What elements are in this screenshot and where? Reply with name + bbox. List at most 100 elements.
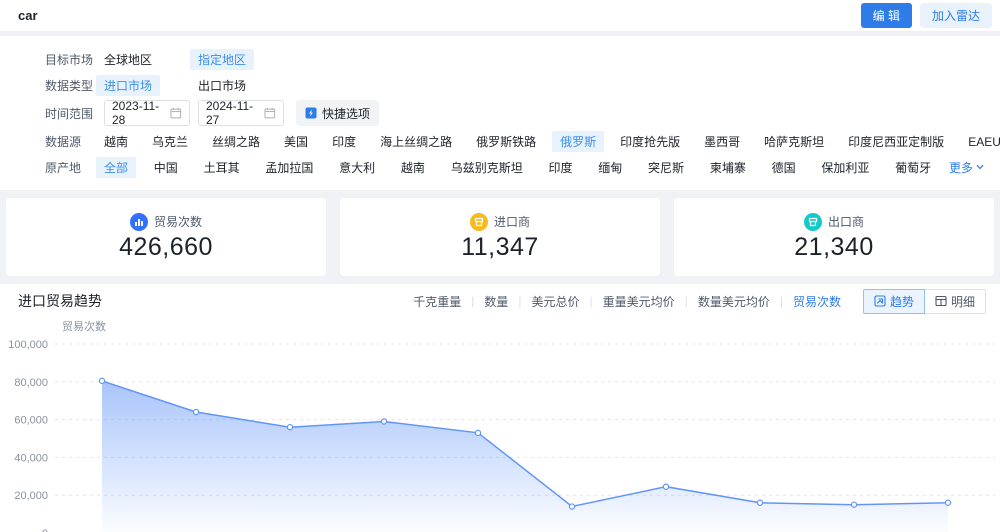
trend-area-chart: 贸易次数020,00040,00060,00080,000100,0002023… [0, 318, 1000, 532]
filter-option[interactable]: 柬埔寨 [702, 157, 754, 178]
stat-value: 11,347 [461, 232, 539, 261]
importer-icon [469, 212, 488, 231]
filter-row-target-market: 目标市场 全球地区 指定地区 [0, 46, 984, 72]
detail-view-label: 明细 [950, 294, 975, 309]
more-label: 更多 [948, 160, 973, 175]
filter-option[interactable]: 乌克兰 [144, 131, 196, 152]
edit-button[interactable]: 编 辑 [860, 3, 912, 28]
filter-option[interactable]: 德国 [764, 157, 804, 178]
filter-option[interactable]: 出口市场 [190, 75, 254, 96]
trend-chart-panel: 进口贸易趋势 千克重量 | 数量 | 美元总价 | 重量美元均价 | 数量美元均价 | 贸易次数 趋… [0, 284, 1000, 532]
detail-view-button[interactable]: 明细 [923, 288, 986, 314]
filter-option[interactable]: 印度抢先版 [612, 131, 688, 152]
filter-option[interactable]: 全部 [96, 156, 137, 178]
trend-icon [874, 295, 886, 307]
start-date-value: 2023-11-28 [112, 99, 160, 127]
add-to-radar-button[interactable]: 加入雷达 [919, 3, 992, 28]
data-point[interactable] [662, 483, 670, 490]
stat-card-exporters: 出口商 21,340 [674, 198, 994, 276]
filter-option[interactable]: 墨西哥 [696, 131, 748, 152]
target-market-label: 目标市场 [45, 52, 94, 67]
y-axis-label: 贸易次数 [62, 319, 106, 333]
data-point[interactable] [98, 377, 106, 385]
metric-option[interactable]: 数量美元均价 [698, 293, 770, 310]
chart-title: 进口贸易趋势 [18, 293, 102, 309]
y-tick-label: 20,000 [14, 490, 48, 502]
data-point[interactable] [850, 501, 858, 508]
stat-card-trade-count: 贸易次数 426,660 [6, 198, 326, 276]
filter-option[interactable]: 意大利 [331, 157, 383, 178]
data-point[interactable] [756, 499, 764, 506]
data-type-label: 数据类型 [45, 78, 94, 93]
data-point[interactable] [380, 418, 388, 425]
stat-value: 21,340 [794, 232, 874, 261]
metric-divider: | [518, 294, 522, 308]
data-source-label: 数据源 [45, 134, 82, 149]
filter-option[interactable]: 印度 [324, 131, 364, 152]
data-point[interactable] [192, 408, 200, 416]
filter-option[interactable]: 海上丝绸之路 [372, 131, 460, 152]
filter-option[interactable]: 缅甸 [590, 157, 630, 178]
exporter-icon [803, 212, 822, 231]
data-point[interactable] [286, 423, 294, 431]
filter-option[interactable]: 越南 [393, 157, 433, 178]
metric-option[interactable]: 数量 [484, 293, 508, 310]
data-point[interactable] [944, 499, 952, 506]
target-market-options: 全球地区 指定地区 [96, 48, 255, 70]
filter-option[interactable]: 俄罗斯铁路 [468, 131, 544, 152]
calendar-icon [264, 107, 276, 119]
origin-label: 原产地 [45, 160, 82, 175]
more-link[interactable]: 更多 [949, 159, 984, 176]
end-date-input[interactable]: 2024-11-27 [198, 99, 284, 127]
y-tick-label: 60,000 [14, 415, 48, 427]
quick-options-button[interactable]: 快捷选项 [296, 100, 380, 126]
trend-view-button[interactable]: 趋势 [862, 288, 925, 314]
metric-divider: | [684, 294, 688, 308]
start-date-input[interactable]: 2023-11-28 [104, 99, 190, 127]
filter-option[interactable]: 乌兹别克斯坦 [443, 157, 531, 178]
quick-options-icon [305, 107, 317, 119]
filter-option[interactable]: 葡萄牙 [887, 157, 939, 178]
data-point[interactable] [568, 503, 576, 510]
stat-label: 进口商 [493, 215, 530, 229]
trend-chart-svg: 贸易次数020,00040,00060,00080,000100,0002023… [8, 319, 995, 532]
filter-option[interactable]: 保加利亚 [813, 157, 877, 178]
filter-option[interactable]: 丝绸之路 [204, 131, 268, 152]
metric-divider: | [589, 294, 593, 308]
filter-option[interactable]: 土耳其 [196, 157, 248, 178]
calendar-icon [170, 107, 182, 119]
trend-view-label: 趋势 [889, 294, 914, 309]
y-tick-label: 80,000 [14, 377, 48, 389]
metric-option[interactable]: 贸易次数 [793, 293, 841, 310]
stat-card-importers: 进口商 11,347 [340, 198, 660, 276]
metric-option[interactable]: 美元总价 [532, 293, 580, 310]
filter-option[interactable]: 哈萨克斯坦 [756, 131, 832, 152]
filter-option[interactable]: 全球地区 [96, 49, 160, 70]
filter-option[interactable]: 印度尼西亚定制版 [840, 131, 952, 152]
metric-option[interactable]: 重量美元均价 [603, 293, 675, 310]
filter-row-time-range: 时间范围 2023-11-28 2024-11-27 快捷选项 [0, 98, 984, 128]
filter-option[interactable]: 突尼斯 [640, 157, 692, 178]
filter-option[interactable]: 孟加拉国 [257, 157, 321, 178]
stat-label: 出口商 [827, 215, 864, 229]
top-bar: car 编 辑 加入雷达 [0, 0, 1000, 32]
page-title: car [18, 8, 38, 23]
data-source-options: 越南 乌克兰 丝绸之路 美国 印度 海上丝绸之路 俄罗斯铁路 俄罗斯 印度抢先版 墨西哥 哈萨克斯坦… [96, 130, 1000, 152]
filter-option[interactable]: 越南 [96, 131, 136, 152]
metric-divider: | [471, 294, 475, 308]
stat-label: 贸易次数 [153, 215, 202, 229]
filter-row-data-type: 数据类型 进口市场 出口市场 [0, 72, 984, 98]
y-tick-label: 100,000 [8, 339, 48, 351]
metric-option[interactable]: 千克重量 [413, 293, 461, 310]
filter-option[interactable]: 俄罗斯 [552, 130, 605, 152]
filter-option[interactable]: EAEU(哈萨克斯坦) [960, 131, 1000, 152]
filter-option[interactable]: 指定地区 [190, 48, 255, 70]
bar-chart-icon [129, 212, 148, 231]
filter-option[interactable]: 进口市场 [96, 74, 161, 96]
filter-option[interactable]: 印度 [540, 157, 580, 178]
filter-option[interactable]: 美国 [276, 131, 316, 152]
data-point[interactable] [474, 429, 482, 437]
filter-option[interactable]: 中国 [146, 157, 186, 178]
metric-divider: | [779, 294, 783, 308]
time-range-label: 时间范围 [45, 106, 94, 121]
